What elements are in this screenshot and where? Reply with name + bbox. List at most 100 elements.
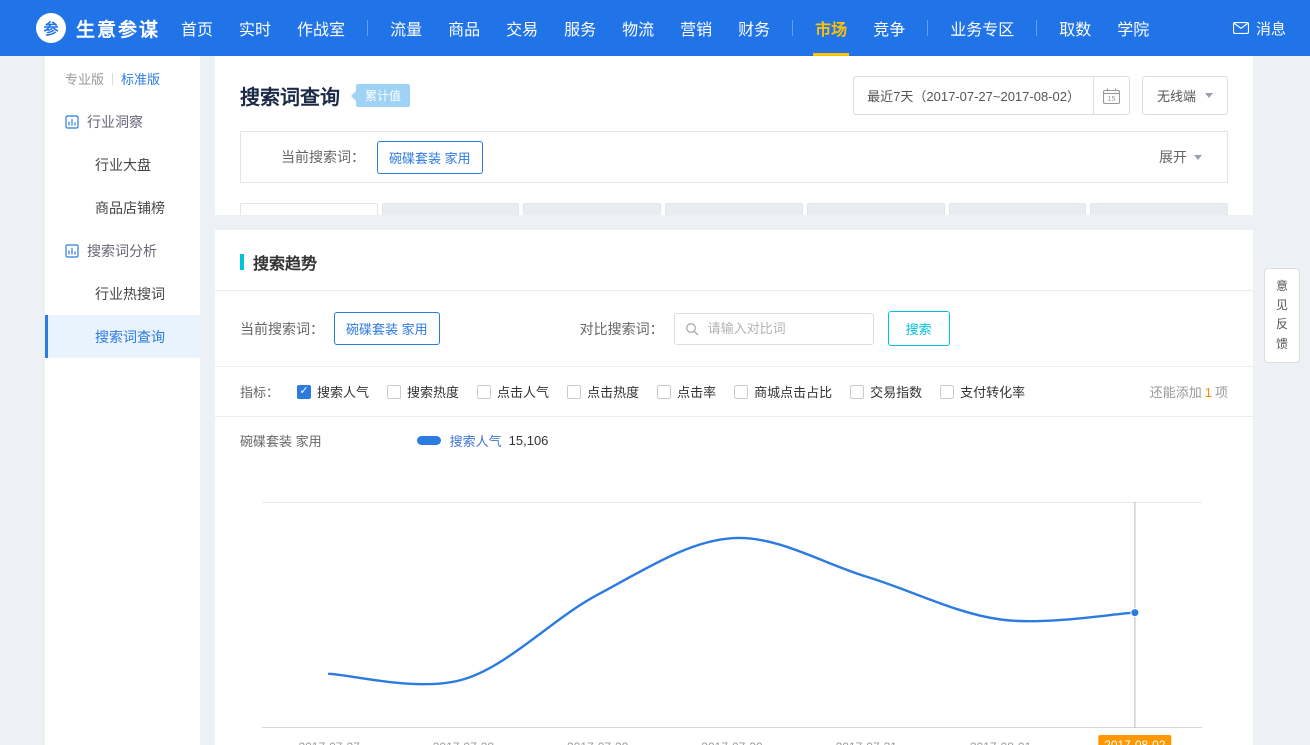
metric-option-label: 支付转化率 — [960, 382, 1025, 401]
checkbox-icon[interactable] — [387, 385, 401, 399]
checkbox-checked-icon[interactable]: ✓ — [297, 385, 311, 399]
calendar-icon[interactable]: 15 — [1094, 76, 1130, 115]
sidebar-item-label: 行业大盘 — [95, 155, 151, 175]
sidebar-item-label: 搜索词分析 — [87, 241, 157, 261]
envelope-icon — [1233, 22, 1249, 34]
x-axis-label: 2017-08-01 — [970, 740, 1031, 745]
current-search-word-bar: 当前搜索词： 碗碟套装 家用 展开 — [240, 131, 1228, 183]
nav-item[interactable]: 财务 — [725, 0, 783, 56]
metric-option-label: 搜索人气 — [317, 382, 369, 401]
nav-item[interactable]: 流量 — [377, 0, 435, 56]
current-search-term-chip[interactable]: 碗碟套装 家用 — [334, 312, 440, 345]
nav-item[interactable]: 交易 — [493, 0, 551, 56]
device-dropdown[interactable]: 无线端 — [1142, 76, 1228, 115]
metric-tab-stub[interactable] — [807, 203, 945, 215]
date-range-picker[interactable]: 最近7天（2017-07-27~2017-08-02） — [853, 76, 1094, 115]
chevron-down-icon — [1205, 93, 1213, 98]
nav-item[interactable]: 营销 — [667, 0, 725, 56]
current-word-label: 当前搜索词： — [281, 147, 365, 167]
metric-option[interactable]: ✓ 搜索人气 — [297, 382, 369, 401]
brand[interactable]: 参 生意参谋 — [36, 13, 160, 43]
metric-tab-stub[interactable] — [523, 203, 661, 215]
sidebar-item[interactable]: 商品店铺榜 — [45, 186, 200, 229]
nav-separator — [927, 20, 928, 36]
nav-item[interactable]: 物流 — [609, 0, 667, 56]
metric-options: ✓ 搜索人气搜索热度点击人气点击热度 点击率 商城点击占比交易指数 支付转化率 — [279, 382, 1025, 401]
metrics-label: 指标： — [240, 382, 279, 401]
legend-series-name: 搜索人气 — [450, 431, 502, 450]
date-range-text: 最近7天（2017-07-27~2017-08-02） — [867, 89, 1080, 104]
nav-item[interactable]: 市场 — [802, 0, 860, 56]
header-controls: 最近7天（2017-07-27~2017-08-02） 15 无线端 — [853, 76, 1228, 115]
metric-tab-stub[interactable] — [665, 203, 803, 215]
compare-word-input[interactable] — [706, 320, 886, 337]
checkbox-icon[interactable] — [734, 385, 748, 399]
search-words-row: 当前搜索词： 碗碟套装 家用 对比搜索词： 搜索 — [240, 291, 1228, 366]
sidebar-item[interactable]: 行业洞察 — [45, 100, 200, 143]
checkbox-icon[interactable] — [940, 385, 954, 399]
nav-item[interactable]: 取数 — [1046, 0, 1104, 56]
compare-group: 对比搜索词： 搜索 — [580, 311, 950, 346]
brand-logo-icon: 参 — [36, 13, 66, 43]
version-tab-standard[interactable]: 标准版 — [121, 69, 160, 88]
metric-tab-stub[interactable] — [240, 203, 378, 215]
metric-tab-stub[interactable] — [1090, 203, 1228, 215]
current-search-term-chip[interactable]: 碗碟套装 家用 — [377, 141, 483, 174]
page-title: 搜索词查询 — [240, 81, 340, 110]
search-button[interactable]: 搜索 — [888, 311, 950, 346]
checkbox-icon[interactable] — [850, 385, 864, 399]
sidebar-item[interactable]: 搜索词查询 — [45, 315, 200, 358]
x-axis-label: 2017-07-28 — [433, 740, 494, 745]
legend-swatch — [417, 436, 441, 445]
category-chart-icon — [65, 244, 79, 258]
x-axis-label: 2017-07-30 — [701, 740, 762, 745]
messages-link[interactable]: 消息 — [1233, 18, 1286, 39]
sidebar-item[interactable]: 行业大盘 — [45, 143, 200, 186]
metric-option-label: 商城点击占比 — [754, 382, 832, 401]
compare-input-wrap — [674, 313, 874, 345]
nav-item[interactable]: 竞争 — [860, 0, 918, 56]
checkbox-icon[interactable] — [657, 385, 671, 399]
nav-item[interactable]: 实时 — [226, 0, 284, 56]
metric-option-label: 点击率 — [677, 382, 716, 401]
metric-option[interactable]: 交易指数 — [850, 382, 922, 401]
sidebar-menu: 行业洞察行业大盘商品店铺榜搜索词分析行业热搜词搜索词查询 — [45, 100, 200, 358]
x-axis-labels: 2017-07-272017-07-282017-07-292017-07-30… — [262, 735, 1202, 745]
metric-tab-stub[interactable] — [382, 203, 520, 215]
metric-option[interactable]: 点击人气 — [477, 382, 549, 401]
trend-line-chart[interactable]: 2017-07-272017-07-282017-07-292017-07-30… — [262, 502, 1202, 745]
nav-item[interactable]: 业务专区 — [937, 0, 1027, 56]
sidebar-item[interactable]: 行业热搜词 — [45, 272, 200, 315]
metric-option[interactable]: 点击热度 — [567, 382, 639, 401]
expand-toggle[interactable]: 展开 — [1159, 147, 1202, 167]
nav-separator — [1036, 20, 1037, 36]
sidebar: 专业版 标准版 行业洞察行业大盘商品店铺榜搜索词分析行业热搜词搜索词查询 — [45, 56, 200, 745]
sidebar-item-label: 行业洞察 — [87, 112, 143, 132]
section-header: 搜索趋势 — [240, 250, 1228, 274]
legend-item[interactable]: 搜索人气 15,106 — [417, 431, 549, 450]
sidebar-item[interactable]: 搜索词分析 — [45, 229, 200, 272]
checkbox-icon[interactable] — [477, 385, 491, 399]
legend-keyword: 碗碟套装 家用 — [240, 431, 322, 450]
messages-label: 消息 — [1256, 18, 1286, 39]
chart-canvas — [262, 502, 1202, 728]
x-axis-label-highlighted: 2017-08-02 — [1098, 735, 1171, 745]
nav-item[interactable]: 作战室 — [284, 0, 358, 56]
nav-item[interactable]: 商品 — [435, 0, 493, 56]
nav-item[interactable]: 学院 — [1104, 0, 1162, 56]
version-divider — [112, 73, 113, 85]
remaining-count: 1 — [1205, 385, 1212, 400]
metric-option[interactable]: 支付转化率 — [940, 382, 1025, 401]
feedback-button[interactable]: 意见反馈 — [1264, 268, 1300, 363]
metric-option[interactable]: 商城点击占比 — [734, 382, 832, 401]
metric-option[interactable]: 点击率 — [657, 382, 716, 401]
metric-tab-stub[interactable] — [949, 203, 1087, 215]
brand-name: 生意参谋 — [76, 15, 160, 42]
metric-option[interactable]: 搜索热度 — [387, 382, 459, 401]
checkbox-icon[interactable] — [567, 385, 581, 399]
version-tab-pro[interactable]: 专业版 — [65, 69, 104, 88]
nav-item[interactable]: 首页 — [168, 0, 226, 56]
nav-item[interactable]: 服务 — [551, 0, 609, 56]
chevron-down-icon — [1194, 155, 1202, 160]
cumulative-value-badge: 累计值 — [356, 84, 410, 107]
